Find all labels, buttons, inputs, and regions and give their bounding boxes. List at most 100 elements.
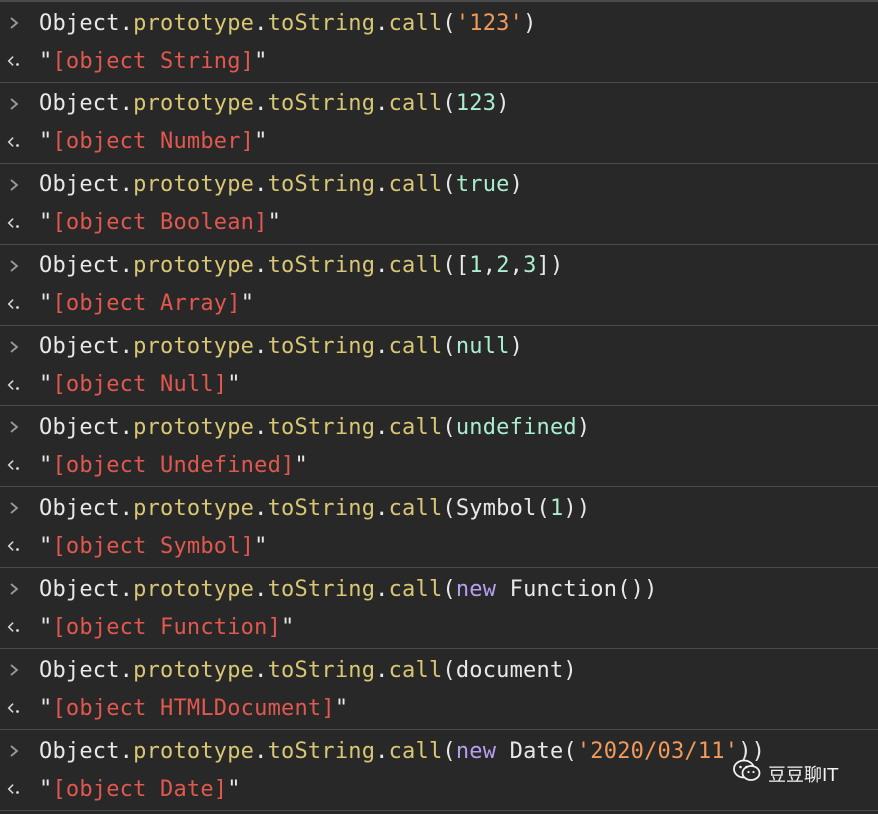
code-token: Object — [39, 334, 120, 360]
code-token: Object — [39, 414, 120, 440]
input-code: Object.prototype.toString.call(undefined… — [39, 415, 590, 440]
output-return-icon — [7, 458, 21, 472]
code-token: ) — [576, 414, 591, 440]
code-token: ]) — [536, 253, 564, 279]
code-token: (document) — [442, 657, 577, 683]
output-return-icon — [7, 378, 21, 392]
code-token: ([ — [442, 253, 470, 279]
output-value: "[object Function]" — [39, 614, 295, 640]
input-prompt-icon — [7, 501, 21, 515]
code-token: toString — [267, 91, 376, 117]
input-prompt-icon — [7, 178, 21, 192]
code-token: '2020/03/11' — [576, 738, 739, 764]
output-return-icon — [7, 701, 21, 715]
code-token: toString — [267, 657, 376, 683]
input-line[interactable]: Object.prototype.toString.call(document) — [0, 651, 878, 689]
input-line[interactable]: Object.prototype.toString.call(Symbol(1)… — [0, 489, 878, 527]
output-value: "[object HTMLDocument]" — [39, 695, 349, 721]
code-token: . — [375, 576, 389, 602]
code-token: toString — [267, 172, 376, 198]
input-line[interactable]: Object.prototype.toString.call([1,2,3]) — [0, 247, 878, 285]
code-token: )) — [563, 495, 591, 521]
input-line[interactable]: Object.prototype.toString.call('123') — [0, 4, 878, 42]
code-token: 3 — [523, 253, 537, 279]
code-token: . — [375, 495, 389, 521]
output-value: "[object Array]" — [39, 291, 255, 317]
output-return-icon — [7, 54, 21, 68]
watermark: 豆豆聊IT — [732, 758, 838, 789]
code-token: , — [482, 253, 497, 279]
code-token: call — [388, 414, 443, 440]
output-return-icon — [7, 782, 21, 796]
output-line[interactable]: "[object HTMLDocument]" — [0, 689, 878, 727]
input-code: Object.prototype.toString.call(123) — [39, 91, 510, 116]
input-line[interactable]: Object.prototype.toString.call(true) — [0, 166, 878, 204]
input-prompt-icon — [7, 97, 21, 111]
code-token: ( — [442, 414, 456, 440]
input-prompt-icon — [7, 420, 21, 434]
code-token: prototype — [133, 738, 255, 764]
output-return-icon — [7, 539, 21, 553]
console-log[interactable]: Object.prototype.toString.call('123') "[o… — [0, 2, 878, 811]
code-token: . — [254, 657, 268, 683]
code-token: true — [455, 172, 510, 198]
output-value: "[object Null]" — [39, 372, 241, 398]
result-string: [object Date] — [52, 776, 228, 802]
result-string: [object Function] — [52, 614, 282, 640]
input-line[interactable]: Object.prototype.toString.call(new Funct… — [0, 570, 878, 608]
output-line[interactable]: "[object Null]" — [0, 366, 878, 404]
code-token: . — [375, 657, 389, 683]
code-token: . — [375, 172, 389, 198]
code-token: toString — [267, 495, 376, 521]
console-entry: Object.prototype.toString.call(new Funct… — [0, 568, 878, 650]
code-token: call — [388, 738, 443, 764]
output-line[interactable]: "[object Array]" — [0, 285, 878, 323]
code-token: ( — [442, 334, 456, 360]
output-line[interactable]: "[object Symbol]" — [0, 527, 878, 565]
code-token: prototype — [133, 414, 255, 440]
result-string: [object Symbol] — [52, 533, 255, 559]
code-token: call — [388, 91, 443, 117]
output-value: "[object Date]" — [39, 776, 241, 802]
code-token: . — [254, 495, 268, 521]
code-token: ( — [442, 172, 456, 198]
output-line[interactable]: "[object Undefined]" — [0, 446, 878, 484]
console-entry: Object.prototype.toString.call(undefined… — [0, 406, 878, 488]
code-token: . — [119, 172, 134, 198]
code-token: 1 — [469, 253, 483, 279]
code-token: 2 — [496, 253, 510, 279]
input-prompt-icon — [7, 340, 21, 354]
code-token: null — [455, 334, 510, 360]
code-token: . — [119, 495, 134, 521]
code-token: toString — [267, 10, 376, 36]
output-line[interactable]: "[object Number]" — [0, 123, 878, 161]
input-line[interactable]: Object.prototype.toString.call(null) — [0, 328, 878, 366]
input-code: Object.prototype.toString.call(null) — [39, 334, 523, 359]
code-token: prototype — [133, 91, 255, 117]
console-entry: Object.prototype.toString.call(true) "[ob… — [0, 164, 878, 245]
code-token: Object — [39, 91, 120, 117]
console-entry: Object.prototype.toString.call('123') "[o… — [0, 2, 878, 83]
output-line[interactable]: "[object Boolean]" — [0, 204, 878, 242]
output-value: "[object Symbol]" — [39, 533, 268, 559]
code-token: toString — [267, 334, 376, 360]
output-line[interactable]: "[object Function]" — [0, 608, 878, 646]
output-return-icon — [7, 620, 21, 634]
code-token: . — [254, 414, 268, 440]
code-token: prototype — [133, 334, 255, 360]
code-token: . — [375, 253, 389, 279]
code-token: . — [375, 91, 389, 117]
code-token: Object — [39, 738, 120, 764]
code-token: call — [388, 253, 443, 279]
output-return-icon — [7, 297, 21, 311]
input-prompt-icon — [7, 663, 21, 677]
console-entry: Object.prototype.toString.call(Symbol(1)… — [0, 487, 878, 569]
input-line[interactable]: Object.prototype.toString.call(123) — [0, 85, 878, 123]
input-line[interactable]: Object.prototype.toString.call(undefined… — [0, 408, 878, 446]
code-token: ( — [442, 738, 456, 764]
output-line[interactable]: "[object String]" — [0, 42, 878, 80]
code-token: . — [254, 334, 268, 360]
code-token: prototype — [133, 495, 255, 521]
code-token: . — [119, 334, 134, 360]
console-entry: Object.prototype.toString.call(123) "[obj… — [0, 83, 878, 164]
